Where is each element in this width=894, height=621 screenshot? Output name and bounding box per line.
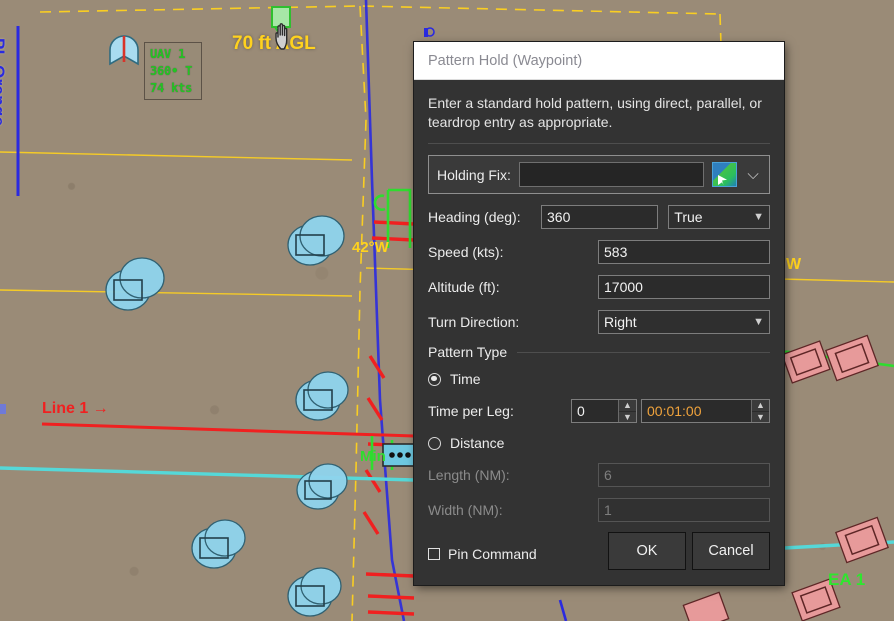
time-per-leg-duration-spinner[interactable]: 00:01:00 ▲▼ (641, 399, 770, 423)
chevron-down-icon: ▼ (753, 311, 764, 333)
width-input: 1 (598, 498, 770, 522)
chevron-down-icon: ▼ (753, 206, 764, 228)
holding-fix-group: Holding Fix: ⌵ (428, 155, 770, 194)
spinner-down-icon[interactable]: ▼ (752, 412, 769, 423)
time-per-leg-count-spinner[interactable]: 0 ▲▼ (571, 399, 637, 423)
uav-speed: 74 kts (150, 80, 196, 97)
altitude-label: Altitude (ft): (428, 279, 541, 295)
time-per-leg-row: Time per Leg: 0 ▲▼ 00:01:00 ▲▼ (428, 398, 770, 424)
spinner-down-icon[interactable]: ▼ (619, 412, 636, 423)
altitude-input[interactable]: 17000 (598, 275, 770, 299)
heading-reference-value: True (674, 206, 702, 228)
spinner-up-icon[interactable]: ▲ (619, 400, 636, 412)
uav-icon (110, 36, 138, 64)
divider (517, 352, 770, 353)
dialog-title: Pattern Hold (Waypoint) (428, 53, 582, 69)
turn-direction-value: Right (604, 311, 637, 333)
uav-readout-box[interactable]: UAV 1 360• T 74 kts (144, 42, 202, 100)
minefield-symbol (383, 444, 417, 466)
altitude-row: Altitude (ft): 17000 (428, 274, 770, 300)
chevron-double-down-icon[interactable]: ⌵ (745, 170, 761, 180)
ok-button[interactable]: OK (608, 532, 686, 570)
speed-label: Speed (kts): (428, 244, 541, 260)
pattern-hold-dialog[interactable]: Pattern Hold (Waypoint) Enter a standard… (414, 42, 784, 585)
heading-input[interactable]: 360 (541, 205, 658, 229)
dialog-footer: Pin Command OK Cancel (428, 532, 770, 570)
pattern-type-label: Pattern Type (428, 344, 507, 360)
length-input: 6 (598, 463, 770, 487)
radio-distance-icon[interactable] (428, 437, 441, 450)
spinner-arrows[interactable]: ▲▼ (618, 400, 636, 422)
pattern-type-section: Pattern Type (428, 344, 770, 360)
pattern-type-time-option[interactable]: Time (428, 369, 770, 389)
length-row: Length (NM): 6 (428, 462, 770, 488)
spinner-arrows[interactable]: ▲▼ (751, 400, 769, 422)
uav-name: UAV 1 (150, 46, 196, 63)
dialog-titlebar: Pattern Hold (Waypoint) (414, 42, 784, 80)
holding-fix-label: Holding Fix: (437, 167, 511, 183)
heading-row: Heading (deg): 360 True ▼ (428, 204, 770, 230)
width-row: Width (NM): 1 (428, 497, 770, 523)
cancel-button[interactable]: Cancel (692, 532, 770, 570)
length-label: Length (NM): (428, 467, 541, 483)
speed-input[interactable]: 583 (598, 240, 770, 264)
radio-distance-label: Distance (450, 435, 504, 451)
heading-label: Heading (deg): (428, 209, 541, 225)
time-per-leg-duration-value: 00:01:00 (642, 400, 751, 422)
pin-command-checkbox[interactable]: Pin Command (428, 546, 608, 570)
radio-time-label: Time (450, 371, 481, 387)
turn-direction-row: Turn Direction: Right ▼ (428, 309, 770, 335)
radio-time-icon[interactable] (428, 373, 441, 386)
holding-fix-input[interactable] (519, 162, 704, 187)
checkbox-icon[interactable] (428, 548, 440, 560)
hand-cursor (272, 22, 298, 52)
turn-direction-select[interactable]: Right ▼ (598, 310, 770, 334)
dialog-instructions: Enter a standard hold pattern, using dir… (428, 94, 770, 132)
turn-direction-label: Turn Direction: (428, 314, 541, 330)
time-per-leg-label: Time per Leg: (428, 403, 541, 419)
width-label: Width (NM): (428, 502, 541, 518)
pin-command-label: Pin Command (448, 546, 537, 562)
spinner-up-icon[interactable]: ▲ (752, 400, 769, 412)
time-per-leg-count-value: 0 (572, 400, 618, 422)
heading-reference-select[interactable]: True ▼ (668, 205, 770, 229)
speed-row: Speed (kts): 583 (428, 239, 770, 265)
divider (428, 143, 770, 144)
uav-heading: 360• T (150, 63, 196, 80)
globe-map-icon[interactable] (712, 162, 737, 187)
pattern-type-distance-option[interactable]: Distance (428, 433, 770, 453)
